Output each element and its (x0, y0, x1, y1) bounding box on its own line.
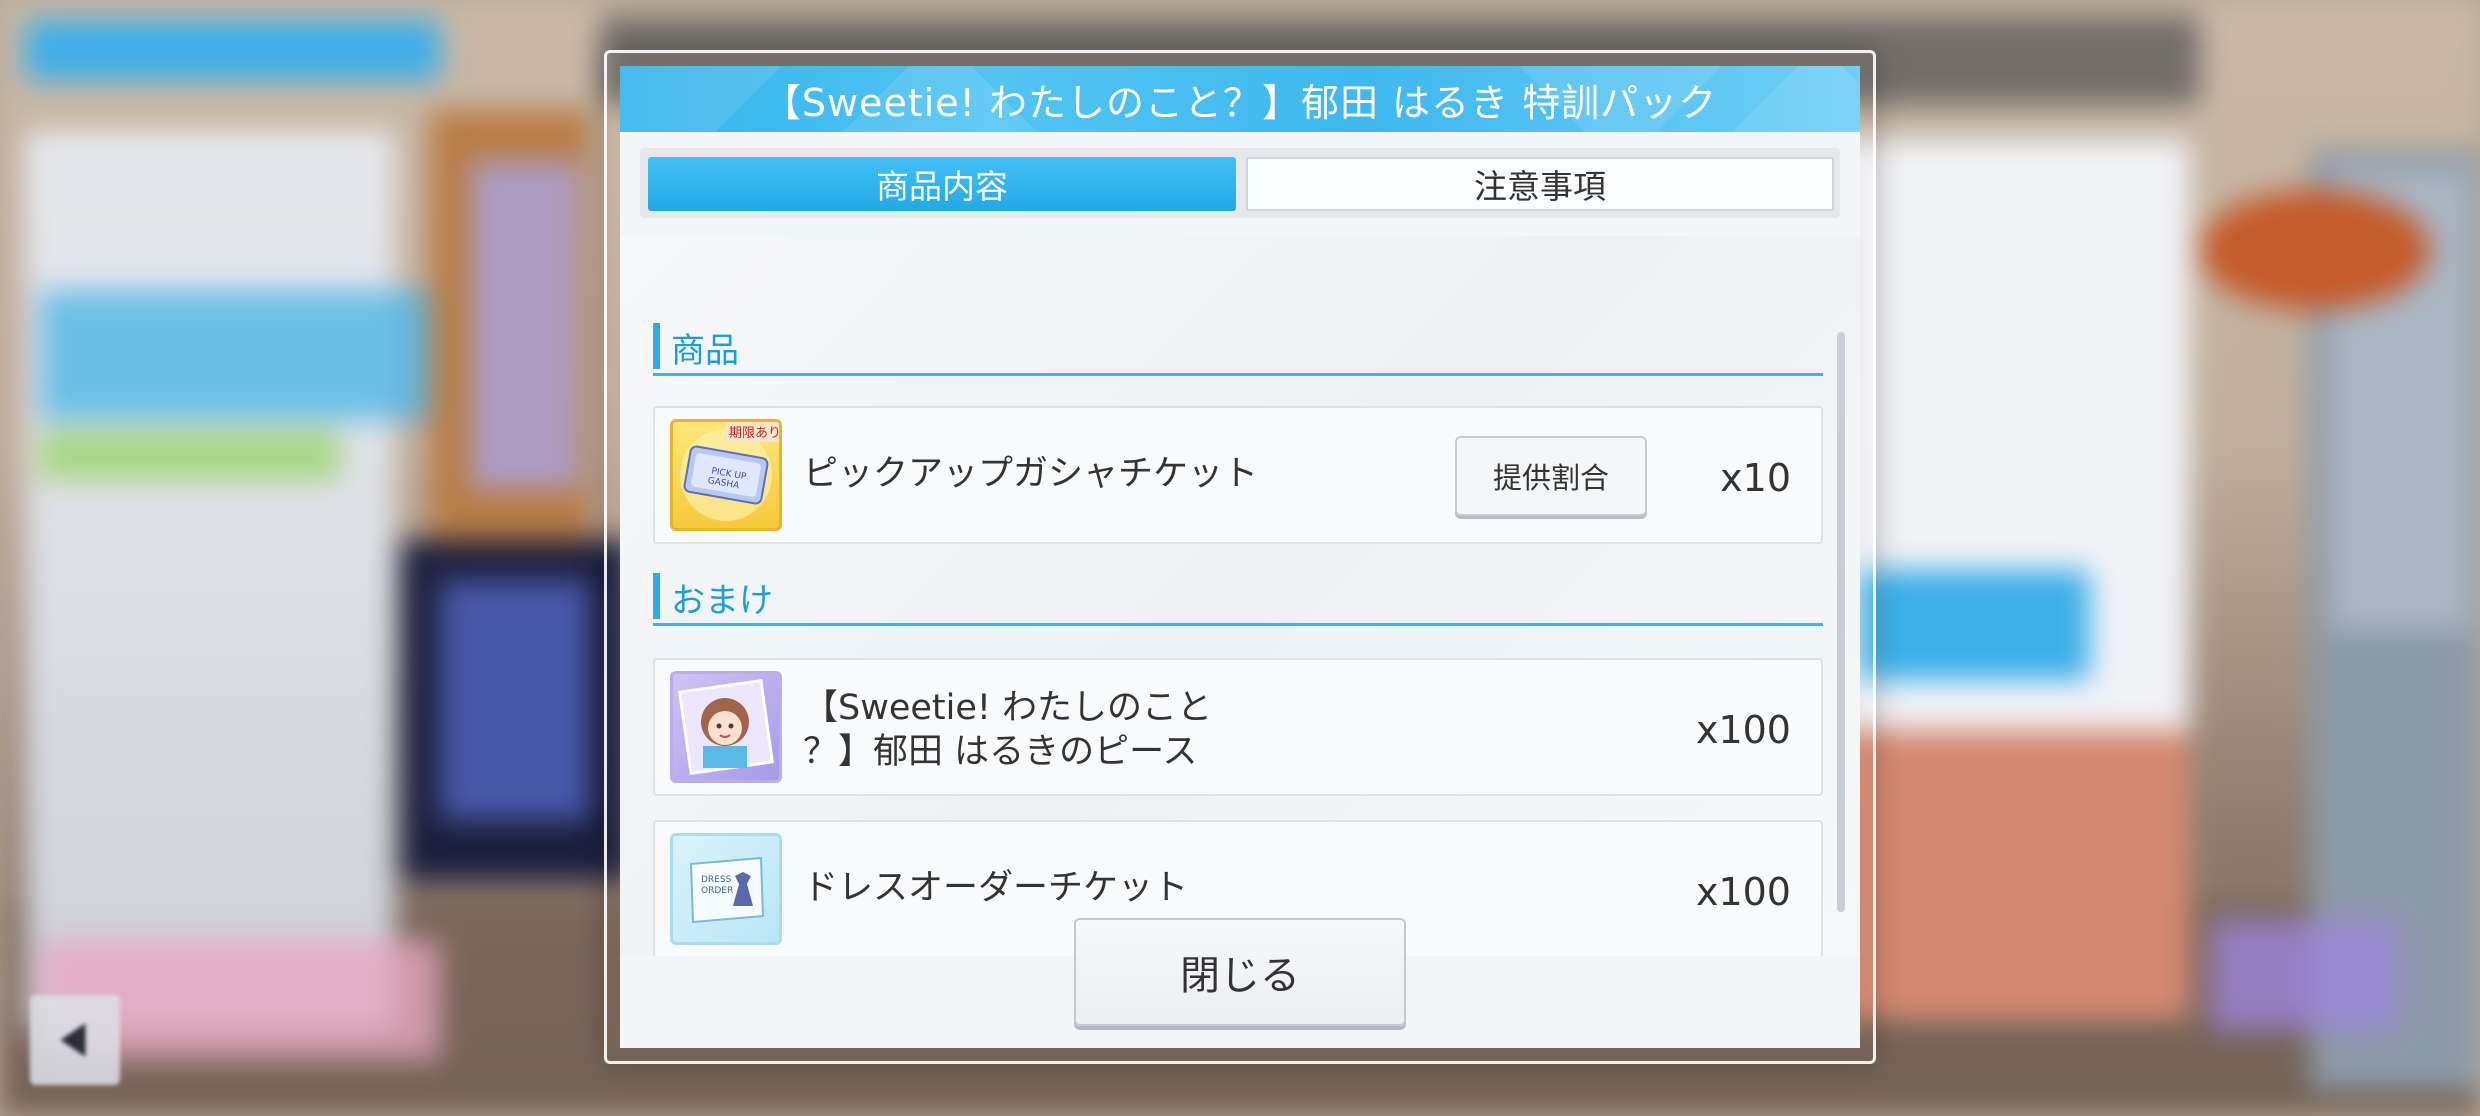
list-item: PICK UP GASHA 期限あり ピックアップガシャチケット 提供割合 x1… (653, 406, 1823, 544)
item-quantity: x100 (1695, 870, 1791, 914)
item-name-line1: 【Sweetie! わたしのこと (803, 688, 1213, 728)
back-arrow-icon (60, 1023, 86, 1057)
item-name: ピックアップガシャチケット (803, 454, 1259, 494)
item-name-line2: ？】郁田 はるきのピース (803, 732, 1198, 772)
item-name: ドレスオーダーチケット (803, 868, 1189, 908)
section-heading-bonus: おまけ (653, 569, 1823, 626)
back-arrow-button[interactable] (30, 995, 120, 1085)
item-quantity: x10 (1720, 456, 1791, 500)
pack-detail-dialog: 【Sweetie! わたしのこと？】郁田 はるき 特訓パック 商品内容 注意事項… (620, 66, 1860, 1048)
scrollbar[interactable] (1837, 332, 1845, 912)
section-heading-products: 商品 (653, 319, 1823, 376)
tab-notes[interactable]: 注意事項 (1246, 157, 1834, 211)
item-quantity: x100 (1695, 708, 1791, 752)
gasha-ticket-icon: PICK UP GASHA 期限あり (670, 419, 782, 531)
product-list-scroll-area[interactable]: 商品 PICK UP GASHA 期限あり ピックアップガシャチケット 提供割合 (620, 236, 1860, 956)
dialog-header: 【Sweetie! わたしのこと？】郁田 はるき 特訓パック (620, 66, 1860, 132)
drop-rate-button[interactable]: 提供割合 (1455, 436, 1647, 516)
dialog-title: 【Sweetie! わたしのこと？】郁田 はるき 特訓パック (762, 80, 1718, 125)
list-item: 【Sweetie! わたしのこと ？】郁田 はるきのピース x100 (653, 658, 1823, 796)
dress-order-ticket-icon: DRESS ORDER (670, 833, 782, 945)
section-heading-label: おまけ (671, 581, 773, 621)
game-screen: 【Sweetie! わたしのこと？】郁田 はるき 特訓パック 商品内容 注意事項… (0, 0, 2480, 1116)
svg-text:ORDER: ORDER (701, 886, 733, 896)
tab-product-contents[interactable]: 商品内容 (648, 157, 1236, 211)
character-piece-icon (670, 671, 782, 783)
tab-bar: 商品内容 注意事項 (640, 148, 1840, 218)
svg-text:DRESS: DRESS (701, 875, 732, 885)
close-button[interactable]: 閉じる (1074, 918, 1406, 1026)
limited-badge: 期限あり (729, 426, 779, 441)
item-name: 【Sweetie! わたしのこと ？】郁田 はるきのピース (803, 686, 1212, 774)
section-heading-label: 商品 (671, 331, 739, 371)
